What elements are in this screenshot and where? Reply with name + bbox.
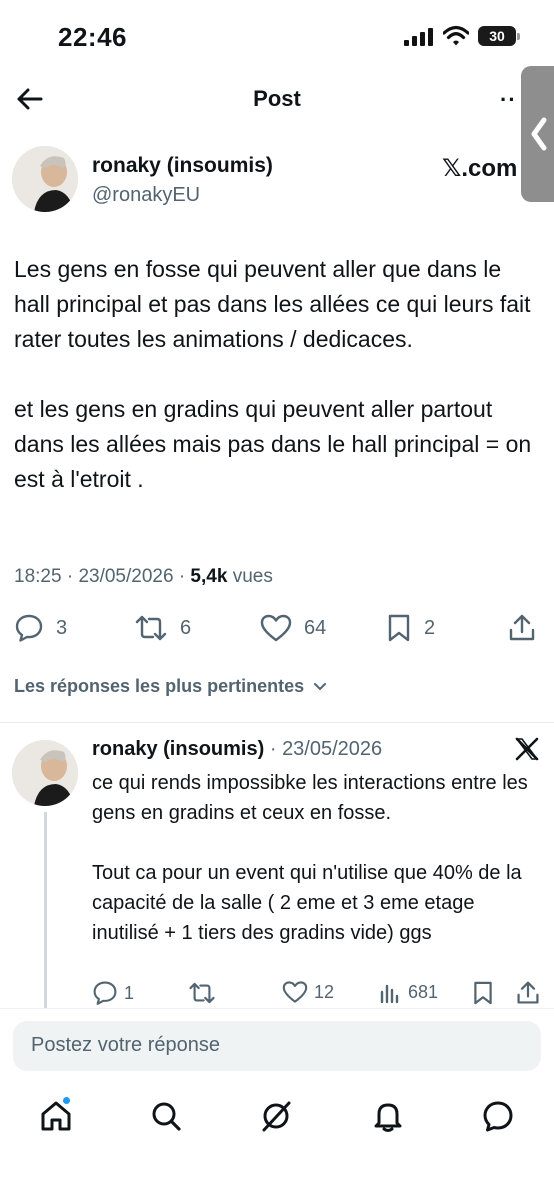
grok-icon [262,1101,291,1132]
x-logo-icon [515,737,539,761]
reply-bookmark-button[interactable] [472,980,494,1006]
divider [0,722,554,723]
reply-input[interactable]: Postez votre réponse [13,1021,541,1071]
like-count: 64 [304,616,327,639]
post-date: 23/05/2026 [78,566,174,587]
reply-text: ce qui rends impossibke les interactions… [92,772,528,944]
reply-author-name[interactable]: ronaky (insoumis) [92,738,264,760]
reply-repost-button[interactable] [188,980,216,1006]
bookmark-icon [474,981,492,1005]
heart-icon [282,981,308,1003]
analytics-icon [380,984,399,1004]
more-options-button[interactable]: ·· [500,87,517,113]
reply-views-count: 681 [408,981,439,1002]
meta-separator: · [178,566,186,587]
thread-line [44,812,47,1012]
notifications-icon [374,1103,402,1132]
post-time: 18:25 [14,566,62,587]
tab-notifications[interactable] [370,1098,406,1134]
profile-photo [12,146,78,212]
replies-sort-dropdown[interactable]: Les réponses les plus pertinentes [14,676,327,697]
search-icon [152,1102,181,1131]
meta-separator: · [66,566,74,587]
post-actions: 3 6 64 2 [14,610,544,646]
author-name[interactable]: ronaky (insoumis) [92,154,273,178]
messages-icon [483,1101,513,1132]
replies-sort-label: Les réponses les plus pertinentes [14,676,305,696]
reply-count: 3 [56,616,68,639]
reply-reply-count: 1 [124,982,135,1003]
reply-composer-bar: Postez votre réponse [0,1008,554,1084]
reply-views-button[interactable]: 681 [378,980,438,1004]
bookmark-count: 2 [424,616,436,639]
tab-messages[interactable] [480,1098,516,1134]
reply-reply-button[interactable]: 1 [92,980,134,1006]
post-meta: 18:25 · 23/05/2026 · 5,4k vues [14,566,273,588]
meta-separator: · [269,738,277,760]
top-header: Post ·· [0,70,554,130]
author-handle[interactable]: @ronakyEU [92,184,200,207]
bottom-tab-bar [0,1084,554,1200]
reply-item[interactable]: ronaky (insoumis) · 23/05/2026 ce qui re… [12,736,542,1012]
reply-button[interactable]: 3 [14,610,67,646]
reply-date: 23/05/2026 [282,738,383,760]
notification-dot [62,1096,71,1105]
views-count: 5,4k [190,566,228,587]
reply-share-button[interactable] [516,980,540,1006]
page-title: Post [253,86,301,111]
repost-button[interactable]: 6 [134,610,191,646]
reply-like-button[interactable]: 12 [282,980,334,1004]
reply-icon [93,981,117,1005]
profile-photo [12,740,78,806]
status-time: 22:46 [58,22,127,52]
repost-icon [135,615,167,641]
chevron-down-icon [314,683,327,691]
bookmark-icon [388,614,410,642]
share-icon [517,981,539,1004]
reply-icon [15,614,43,642]
heart-icon [260,614,292,642]
source-label: 𝕏.com [442,155,518,182]
avatar[interactable] [12,146,78,212]
share-icon [509,614,535,641]
wifi-icon [443,25,469,46]
status-bar: 22:46 30 [0,0,554,70]
reply-header: ronaky (insoumis) · 23/05/2026 [92,738,382,761]
avatar[interactable] [12,740,78,806]
share-button[interactable] [508,610,536,646]
like-button[interactable]: 64 [260,610,326,646]
repost-icon [189,982,215,1004]
post-text: Les gens en fosse qui peuvent aller que … [14,256,532,492]
tab-search[interactable] [148,1098,184,1134]
views-label: vues [232,566,273,587]
reply-like-count: 12 [314,981,335,1002]
battery-icon: 30 [478,26,520,46]
tab-home[interactable] [38,1096,74,1134]
repost-count: 6 [180,616,192,639]
post-author: ronaky (insoumis) @ronakyEU 𝕏.com [12,146,542,216]
reply-actions: 1 12 681 [92,980,542,1008]
tab-grok[interactable] [258,1098,294,1134]
cellular-signal-icon [404,28,434,46]
bookmark-button[interactable]: 2 [386,610,435,646]
